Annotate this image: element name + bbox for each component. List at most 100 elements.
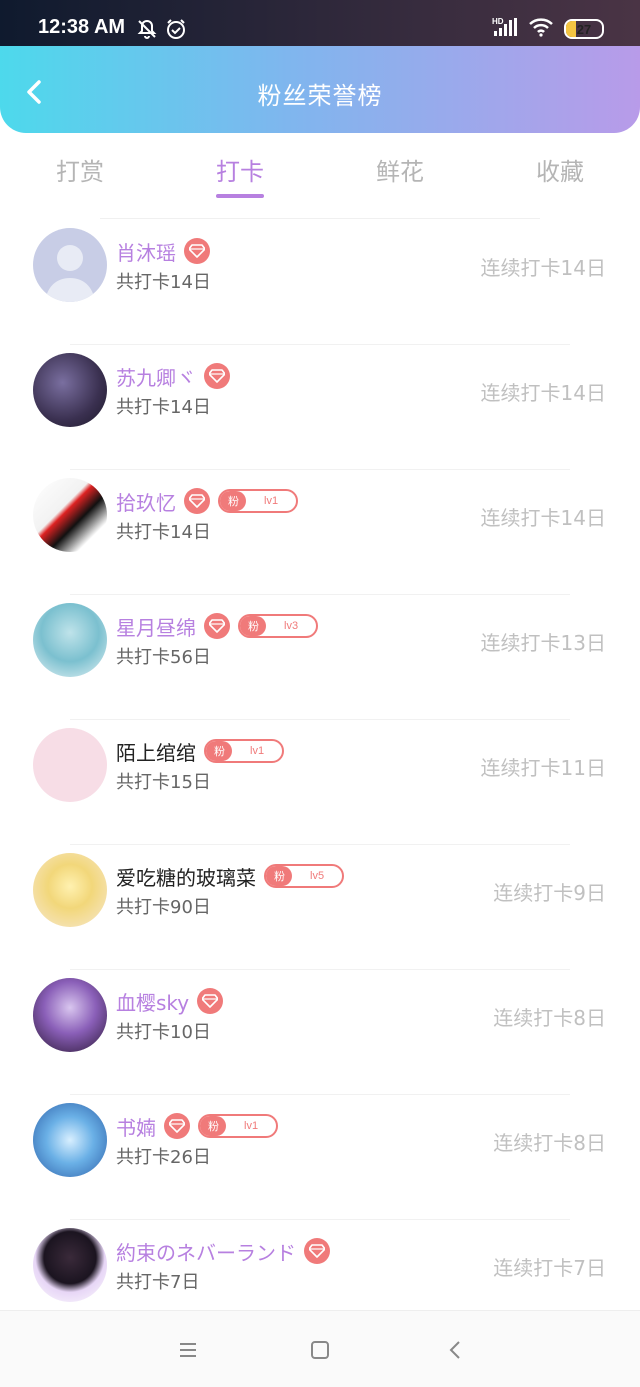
- fan-badge-label: 粉: [206, 741, 232, 761]
- name-line: 爱吃糖的玻璃菜粉 lv5: [116, 861, 345, 891]
- avatar[interactable]: [33, 1228, 107, 1302]
- header-bar: 粉丝荣誉榜: [0, 46, 640, 133]
- name-line: 星月昼绵 粉 lv3: [116, 611, 319, 641]
- avatar[interactable]: [33, 1103, 107, 1177]
- divider: [100, 218, 540, 219]
- tab-label: 打卡: [216, 158, 264, 186]
- streak-checkins: 连续打卡13日: [480, 631, 606, 655]
- streak-checkins: 连续打卡14日: [480, 381, 606, 405]
- tab-reward[interactable]: 打赏: [0, 140, 160, 210]
- streak-checkins: 连续打卡8日: [493, 1131, 606, 1155]
- fan-level: lv3: [284, 620, 299, 632]
- total-checkins: 共打卡15日: [116, 772, 211, 793]
- tab-checkin[interactable]: 打卡: [160, 140, 320, 210]
- home-square-icon: [311, 1341, 329, 1359]
- list-item[interactable]: 血樱sky 共打卡10日 连续打卡8日: [0, 970, 640, 1095]
- list-item[interactable]: 陌上绾绾粉 lv1 共打卡15日 连续打卡11日: [0, 720, 640, 845]
- fan-name[interactable]: 爱吃糖的玻璃菜: [116, 862, 256, 891]
- avatar[interactable]: [33, 978, 107, 1052]
- fan-level: lv1: [250, 745, 265, 757]
- system-nav-bar: [0, 1310, 640, 1387]
- wifi-icon: [528, 16, 554, 42]
- fan-name[interactable]: 拾玖忆: [116, 487, 176, 516]
- total-checkins: 共打卡14日: [116, 397, 211, 418]
- fan-badge-label: 粉: [200, 1116, 226, 1136]
- fan-badge-label: 粉: [220, 491, 246, 511]
- fan-level-badge: 粉 lv1: [204, 739, 285, 763]
- avatar[interactable]: [33, 478, 107, 552]
- diamond-icon: [164, 1113, 190, 1139]
- fan-level: lv1: [244, 1120, 259, 1132]
- fan-level: lv5: [310, 870, 325, 882]
- tab-underline: [216, 194, 264, 198]
- bell-off-icon: [136, 18, 158, 40]
- fan-name[interactable]: 肖沐瑶: [116, 237, 176, 266]
- list-item[interactable]: 拾玖忆 粉 lv1 共打卡14日 连续打卡14日: [0, 470, 640, 595]
- fan-level-badge: 粉 lv3: [238, 614, 319, 638]
- back-triangle-icon: [449, 1341, 460, 1359]
- list-item[interactable]: 爱吃糖的玻璃菜粉 lv5 共打卡90日 连续打卡9日: [0, 845, 640, 970]
- list-item[interactable]: 肖沐瑶共打卡14日 连续打卡14日: [0, 220, 640, 345]
- list-item[interactable]: 书婻 粉 lv1 共打卡26日 连续打卡8日: [0, 1095, 640, 1220]
- total-checkins: 共打卡7日: [116, 1272, 200, 1293]
- fan-badge-label: 粉: [240, 616, 266, 636]
- hd-signal-icon: HD: [492, 16, 518, 42]
- alarm-icon: [165, 18, 187, 40]
- streak-checkins: 连续打卡8日: [493, 1006, 606, 1030]
- total-checkins: 共打卡90日: [116, 897, 211, 918]
- diamond-icon: [204, 613, 230, 639]
- avatar[interactable]: [33, 353, 107, 427]
- streak-checkins: 连续打卡14日: [480, 506, 606, 530]
- total-checkins: 共打卡14日: [116, 272, 211, 293]
- total-checkins: 共打卡14日: [116, 522, 211, 543]
- fan-level-badge: 粉 lv5: [264, 864, 345, 888]
- fan-name[interactable]: 苏九卿ヾ: [116, 362, 196, 391]
- status-time: 12:38 AM: [38, 16, 126, 38]
- streak-checkins: 连续打卡9日: [493, 881, 606, 905]
- total-checkins: 共打卡56日: [116, 647, 211, 668]
- fan-badge-label: 粉: [266, 866, 292, 886]
- battery-level: 27: [576, 21, 592, 37]
- fan-level-badge: 粉 lv1: [198, 1114, 279, 1138]
- total-checkins: 共打卡10日: [116, 1022, 211, 1043]
- name-line: 約束のネバーランド: [116, 1236, 330, 1266]
- name-line: 肖沐瑶: [116, 236, 210, 266]
- avatar[interactable]: [33, 728, 107, 802]
- home-button[interactable]: [305, 1337, 335, 1363]
- tab-bar: 打赏 打卡 鲜花 收藏: [0, 140, 640, 210]
- name-line: 苏九卿ヾ: [116, 361, 230, 391]
- name-line: 血樱sky: [116, 986, 224, 1016]
- fan-name[interactable]: 血樱sky: [116, 987, 189, 1016]
- streak-checkins: 连续打卡14日: [480, 256, 606, 280]
- fan-list: 肖沐瑶 共打卡14日 连续打卡14日 苏九卿ヾ 共打卡14日 连续打卡14日 拾玖忆粉 lv1…: [0, 220, 640, 1345]
- list-item[interactable]: 星月昼绵 粉 lv3 共打卡56日 连续打卡13日: [0, 595, 640, 720]
- fan-name[interactable]: 星月昼绵: [116, 612, 196, 641]
- battery-icon: 27: [564, 19, 604, 39]
- tab-label: 打赏: [56, 158, 104, 186]
- list-item[interactable]: 苏九卿ヾ共打卡14日 连续打卡14日: [0, 345, 640, 470]
- streak-checkins: 连续打卡11日: [480, 756, 606, 780]
- avatar[interactable]: [33, 603, 107, 677]
- total-checkins: 共打卡26日: [116, 1147, 211, 1168]
- page-title: 粉丝荣誉榜: [257, 82, 383, 110]
- menu-button[interactable]: [173, 1337, 203, 1363]
- diamond-icon: [197, 988, 224, 1014]
- name-line: 陌上绾绾粉 lv1: [116, 736, 285, 766]
- fan-name[interactable]: 約束のネバーランド: [116, 1237, 296, 1266]
- fan-level: lv1: [264, 495, 279, 507]
- avatar[interactable]: [33, 228, 107, 302]
- battery-fill: [566, 21, 576, 37]
- diamond-icon: [304, 1238, 330, 1264]
- name-line: 拾玖忆 粉 lv1: [116, 486, 299, 516]
- fan-level-badge: 粉 lv1: [218, 489, 299, 513]
- avatar[interactable]: [33, 853, 107, 927]
- streak-checkins: 连续打卡7日: [493, 1256, 606, 1280]
- fan-name[interactable]: 书婻: [116, 1112, 156, 1141]
- back-nav-button[interactable]: [440, 1337, 470, 1363]
- tab-label: 收藏: [536, 158, 584, 186]
- tab-favorites[interactable]: 收藏: [480, 140, 640, 210]
- fan-name[interactable]: 陌上绾绾: [116, 737, 196, 766]
- diamond-icon: [184, 238, 210, 264]
- tab-flowers[interactable]: 鲜花: [320, 140, 480, 210]
- svg-text:HD: HD: [492, 17, 504, 26]
